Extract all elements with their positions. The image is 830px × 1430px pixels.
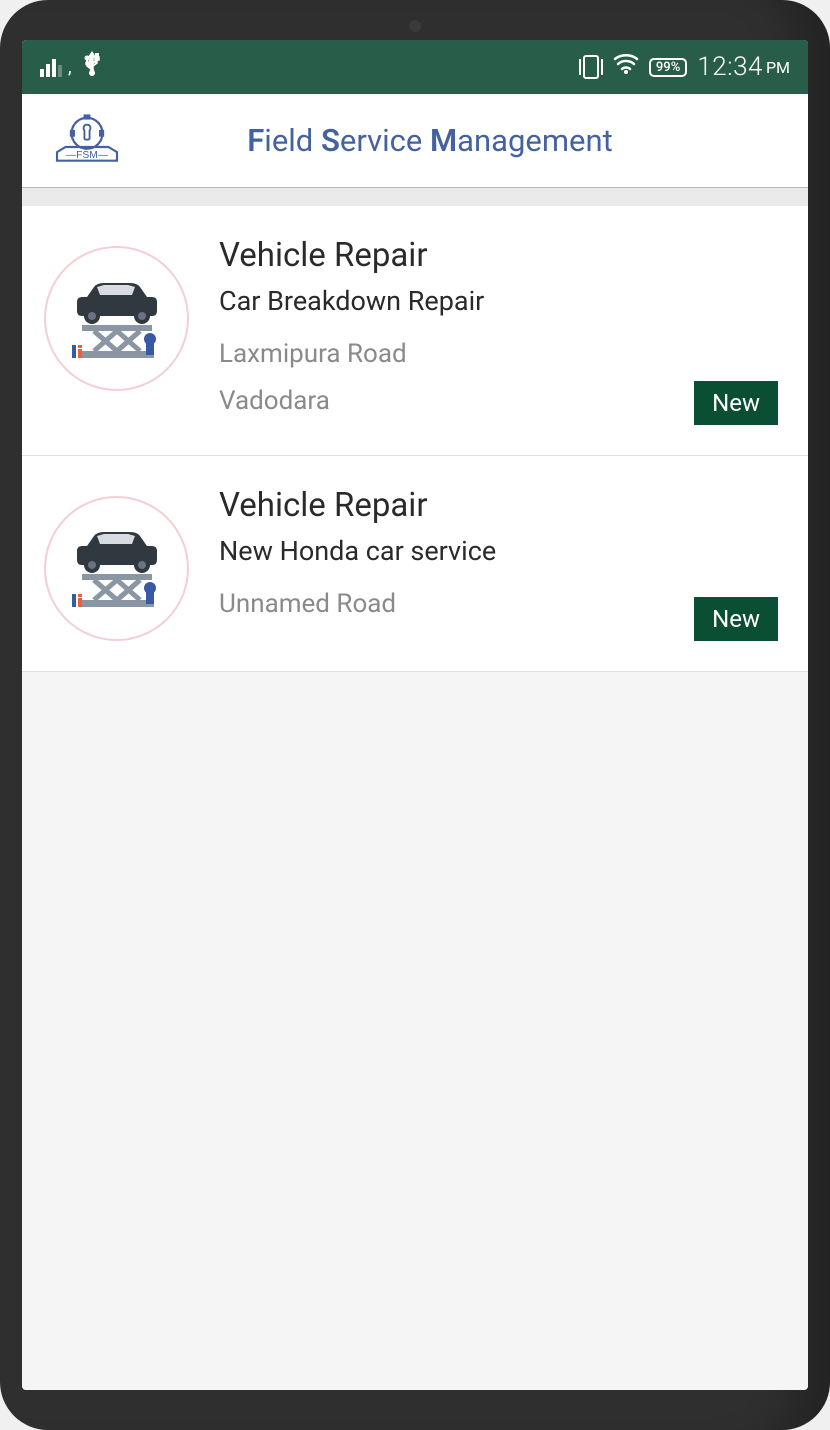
camera-dot (409, 20, 421, 32)
signal-separator: , (68, 57, 72, 78)
service-list-item[interactable]: Vehicle Repair Car Breakdown Repair Laxm… (22, 206, 808, 456)
tablet-frame: , (0, 0, 830, 1430)
list-top-gap (22, 188, 808, 206)
item-title: Vehicle Repair (219, 486, 778, 525)
content-area[interactable]: Vehicle Repair Car Breakdown Repair Laxm… (22, 188, 808, 1390)
app-header: —FSM— Field Service Management (22, 94, 808, 188)
usb-icon (82, 51, 102, 83)
status-left: , (40, 51, 102, 83)
clock-period: PM (766, 58, 790, 77)
signal-icon (40, 57, 62, 77)
app-title: Field Service Management (72, 122, 788, 159)
status-badge-new[interactable]: New (694, 381, 778, 425)
vehicle-repair-icon (44, 496, 189, 641)
screen: , (22, 40, 808, 1390)
wifi-icon (613, 53, 639, 81)
battery-badge: 99% (649, 58, 687, 77)
address-line-1: Laxmipura Road (219, 331, 778, 378)
status-badge-new[interactable]: New (694, 597, 778, 641)
clock-time: 12:34 (697, 52, 763, 82)
clock: 12:34PM (697, 52, 790, 82)
item-subtitle: New Honda car service (219, 535, 778, 567)
service-list-item[interactable]: Vehicle Repair New Honda car service Unn… (22, 456, 808, 672)
item-subtitle: Car Breakdown Repair (219, 285, 778, 317)
vehicle-repair-icon (44, 246, 189, 391)
android-status-bar: , (22, 40, 808, 94)
vibrate-icon (579, 55, 603, 79)
item-title: Vehicle Repair (219, 236, 778, 275)
status-right: 99% 12:34PM (579, 52, 790, 82)
